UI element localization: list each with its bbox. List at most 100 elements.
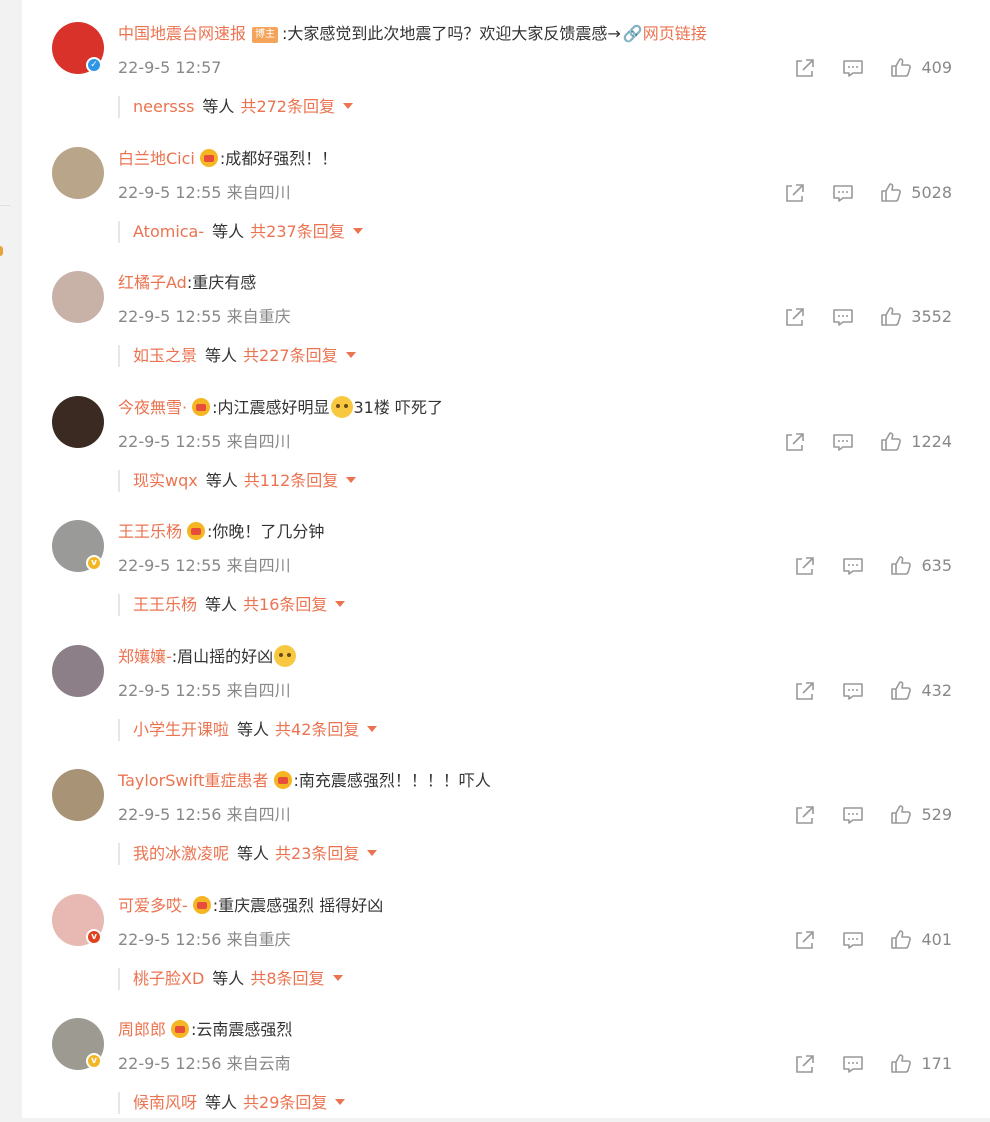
like-count: 529	[921, 805, 952, 824]
share-icon[interactable]	[793, 679, 817, 703]
reply-username[interactable]: Atomica-	[133, 222, 204, 241]
like-count: 409	[921, 58, 952, 77]
like-icon[interactable]	[879, 181, 903, 205]
reply-total-label: 共227条回复	[243, 346, 338, 365]
like-count: 3552	[911, 307, 952, 326]
comment-item: TaylorSwift重症患者 :南充震感强烈！！！！吓人 22-9-5 12:56…	[22, 749, 990, 873]
expand-replies-button[interactable]: 共42条回复	[275, 720, 378, 739]
comment-actions: 5028	[759, 181, 952, 205]
expand-replies-button[interactable]: 共112条回复	[244, 471, 357, 490]
share-icon[interactable]	[783, 305, 807, 329]
comment-icon[interactable]	[831, 305, 855, 329]
avatar[interactable]	[52, 644, 104, 697]
like-icon[interactable]	[879, 305, 903, 329]
like-icon[interactable]	[889, 1052, 913, 1076]
share-icon[interactable]	[793, 928, 817, 952]
username-link[interactable]: 周郎郎	[118, 1020, 166, 1039]
comment-content: 红橘子Ad:重庆有感	[118, 271, 256, 295]
expand-replies-button[interactable]: 共227条回复	[243, 346, 356, 365]
comment-text: :南充震感强烈！！！！吓人	[293, 771, 491, 790]
avatar[interactable]	[52, 146, 104, 199]
expand-replies-button[interactable]: 共23条回复	[275, 844, 378, 863]
username-link[interactable]: 白兰地Cici	[118, 149, 195, 168]
expand-replies-button[interactable]: 共8条回复	[250, 969, 343, 988]
comment-icon[interactable]	[841, 56, 865, 80]
share-icon[interactable]	[793, 1052, 817, 1076]
comment-time: 22-9-5 12:56	[118, 805, 222, 824]
web-link[interactable]: 网页链接	[643, 24, 707, 43]
crown-icon	[171, 1020, 190, 1038]
reply-others-label: 等人	[212, 968, 245, 988]
reply-username[interactable]: 王王乐杨	[133, 595, 197, 614]
comment-icon[interactable]	[841, 554, 865, 578]
reply-username[interactable]: 现实wqx	[133, 471, 198, 490]
comment-icon[interactable]	[831, 430, 855, 454]
verified-badge-icon: v	[86, 555, 102, 571]
reply-username[interactable]: 小学生开课啦	[133, 720, 229, 739]
expand-replies-button[interactable]: 共237条回复	[250, 222, 363, 241]
username-link[interactable]: 可爱多哎-	[118, 896, 188, 915]
like-icon[interactable]	[889, 928, 913, 952]
reply-others-label: 等人	[237, 844, 270, 863]
username-link[interactable]: 红橘子Ad	[118, 273, 187, 292]
comment-time: 22-9-5 12:56	[118, 929, 222, 949]
dizzy-emoji-icon	[274, 644, 297, 667]
expand-replies-button[interactable]: 共272条回复	[240, 97, 353, 116]
username-link[interactable]: 中国地震台网速报	[118, 24, 246, 43]
like-count: 432	[921, 680, 952, 700]
username-link[interactable]: 王王乐杨	[118, 522, 182, 541]
chevron-down-icon	[332, 974, 343, 981]
comment-text: :重庆震感强烈 摇得好凶	[212, 895, 384, 915]
reply-username[interactable]: 如玉之景	[133, 346, 197, 365]
like-icon[interactable]	[889, 554, 913, 578]
like-count: 171	[921, 1054, 952, 1073]
comment-text: :内江震感好明显	[212, 397, 330, 417]
reply-summary: 候南风呀 等人 共29条回复	[118, 1092, 346, 1114]
comment-actions: 401	[769, 928, 952, 952]
crown-icon	[199, 148, 218, 167]
comment-location: 来自云南	[226, 1054, 291, 1073]
avatar[interactable]	[52, 395, 104, 448]
chevron-down-icon	[352, 227, 363, 234]
share-icon[interactable]	[783, 430, 807, 454]
comment-text: :你晚！了几分钟	[207, 522, 325, 541]
comment-text: :成都好强烈！！	[219, 148, 338, 168]
comment-time: 22-9-5 12:55	[118, 307, 222, 326]
expand-replies-button[interactable]: 共16条回复	[243, 595, 346, 614]
avatar[interactable]	[52, 769, 104, 821]
comment-item: 白兰地Cici:成都好强烈！！ 22-9-5 12:55 来自四川 5028 Atom…	[22, 127, 990, 251]
like-icon[interactable]	[889, 803, 913, 827]
like-icon[interactable]	[889, 56, 913, 80]
like-icon[interactable]	[879, 430, 903, 454]
comment-meta: 22-9-5 12:55 来自四川	[118, 430, 291, 454]
chevron-down-icon	[367, 850, 378, 856]
comment-item: v 可爱多哎-:重庆震感强烈 摇得好凶 22-9-5 12:56 来自重庆 401 桃子…	[22, 874, 990, 998]
reply-username[interactable]: 我的冰激凌呢	[133, 844, 229, 863]
comment-actions: 1224	[759, 430, 952, 454]
reply-others-label: 等人	[205, 346, 238, 365]
crying-emoji-icon	[330, 395, 353, 418]
reply-username[interactable]: 桃子脸XD	[133, 969, 204, 988]
comment-icon[interactable]	[841, 1052, 865, 1076]
comment-content: 中国地震台网速报 博主:大家感觉到此次地震了吗？欢迎大家反馈震感→ 🔗网页链接	[118, 22, 707, 46]
comment-content: 今夜無雪·:内江震感好明显 31楼 吓死了	[118, 395, 443, 420]
avatar[interactable]	[52, 271, 104, 323]
share-icon[interactable]	[793, 56, 817, 80]
share-icon[interactable]	[793, 803, 817, 827]
comment-icon[interactable]	[831, 181, 855, 205]
username-link[interactable]: 今夜無雪·	[118, 398, 187, 417]
comment-icon[interactable]	[841, 679, 865, 703]
comment-time: 22-9-5 12:57	[118, 58, 222, 77]
share-icon[interactable]	[783, 181, 807, 205]
username-link[interactable]: 郑孃孃-	[118, 647, 172, 666]
reply-username[interactable]: neersss	[133, 97, 194, 116]
like-icon[interactable]	[889, 679, 913, 703]
reply-total-label: 共237条回复	[250, 221, 345, 241]
comment-text: :重庆有感	[186, 273, 257, 292]
expand-replies-button[interactable]: 共29条回复	[243, 1093, 346, 1112]
comment-icon[interactable]	[841, 803, 865, 827]
share-icon[interactable]	[793, 554, 817, 578]
username-link[interactable]: TaylorSwift重症患者	[118, 771, 269, 790]
reply-username[interactable]: 候南风呀	[133, 1093, 197, 1112]
comment-icon[interactable]	[841, 928, 865, 952]
